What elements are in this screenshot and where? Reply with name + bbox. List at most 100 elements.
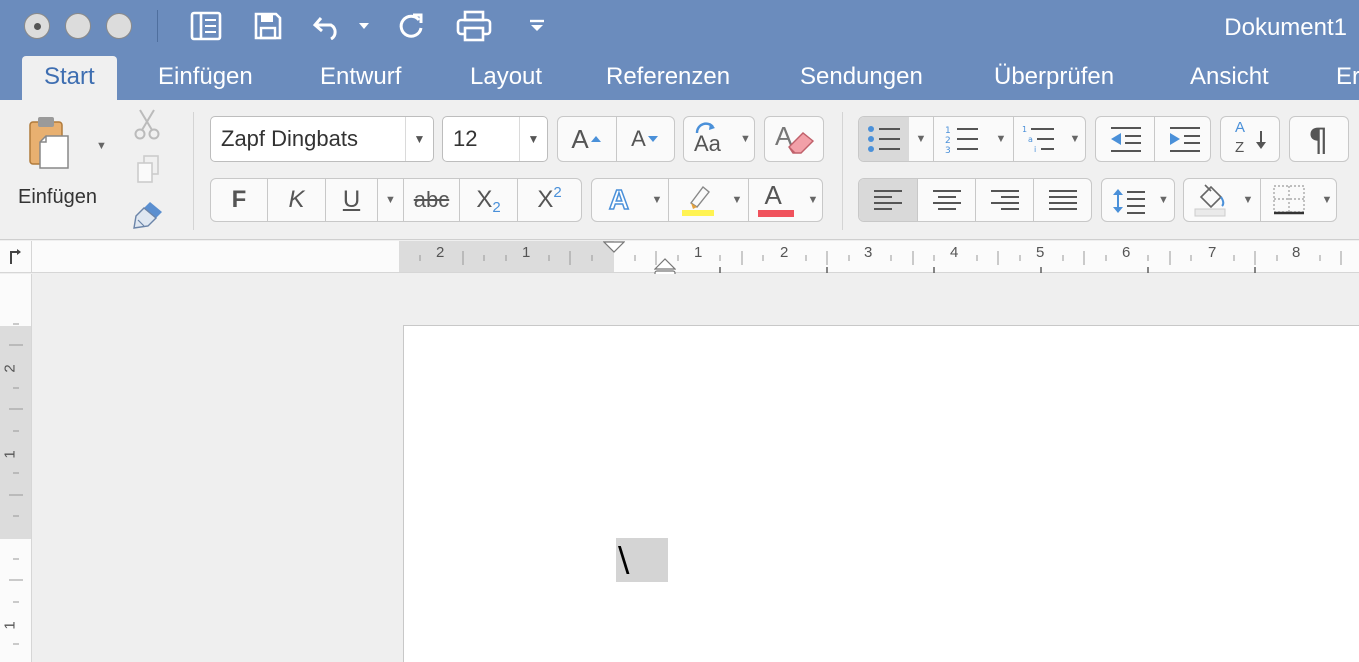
undo-button[interactable] — [310, 8, 346, 44]
document-page[interactable]: \ — [403, 325, 1359, 662]
highlight-button[interactable] — [668, 179, 726, 221]
format-painter-button[interactable] — [130, 198, 166, 232]
tab-start[interactable]: Start — [22, 56, 117, 100]
bullets-dropdown[interactable]: ▼ — [909, 117, 933, 161]
font-color-dropdown[interactable]: ▼ — [802, 179, 824, 221]
minimize-window-button[interactable] — [65, 13, 91, 39]
copy-button[interactable] — [134, 154, 164, 186]
font-size-select[interactable]: 12 ▼ — [442, 116, 548, 162]
borders-button[interactable] — [1260, 179, 1316, 221]
ruler-scale — [419, 251, 1342, 273]
strikethrough-button[interactable]: abc — [403, 179, 459, 221]
scissors-icon — [134, 109, 160, 140]
align-left-icon — [874, 190, 902, 210]
tab-references[interactable]: Referenzen — [606, 56, 730, 100]
chevron-down-icon: ▼ — [995, 133, 1007, 145]
italic-button[interactable]: K — [267, 179, 325, 221]
bold-label: F — [231, 186, 247, 213]
underline-dropdown[interactable]: ▼ — [377, 179, 403, 221]
align-right-icon — [990, 190, 1019, 210]
superscript-button[interactable]: X2 — [517, 179, 581, 221]
undo-dropdown[interactable] — [352, 8, 376, 44]
tab-insert[interactable]: Einfügen — [158, 56, 253, 100]
shrink-font-button[interactable]: A — [616, 117, 674, 161]
shading-button[interactable] — [1184, 179, 1236, 221]
title-bar: Dokument1 Start Einfügen Entwurf Layout … — [0, 0, 1359, 100]
bullets-button[interactable] — [859, 117, 909, 161]
chevron-down-icon[interactable]: ▼ — [96, 140, 107, 152]
bold-button[interactable]: F — [211, 179, 267, 221]
horizontal-ruler[interactable]: 2 1 1 2 3 4 5 6 7 8 — [0, 241, 1359, 282]
underline-button[interactable]: U — [325, 179, 377, 221]
chevron-down-icon[interactable]: ▼ — [1158, 194, 1169, 206]
svg-text:1: 1 — [945, 126, 951, 136]
numbered-list-icon: 123 — [945, 126, 978, 154]
highlighter-icon — [681, 185, 714, 216]
text-effects-label: A — [608, 183, 630, 216]
chevron-down-icon: ▼ — [731, 194, 743, 206]
line-spacing-icon — [1113, 189, 1145, 214]
ribbon-start: ▼ Einfügen Zapf Dingbats ▼ 12 ▼ A A Aa ▼… — [0, 100, 1359, 240]
subscript-button[interactable]: X2 — [459, 179, 517, 221]
tab-layout[interactable]: Layout — [470, 56, 542, 100]
sidebar-icon — [190, 11, 222, 41]
borders-dropdown[interactable]: ▼ — [1316, 179, 1338, 221]
align-center-button[interactable] — [917, 179, 975, 221]
align-right-button[interactable] — [975, 179, 1033, 221]
bullet-list-icon — [868, 126, 900, 152]
svg-text:a: a — [1028, 135, 1033, 144]
clear-formatting-button[interactable]: A — [764, 116, 824, 162]
sidebar-toggle-button[interactable] — [188, 8, 224, 44]
save-button[interactable] — [250, 8, 286, 44]
vertical-ruler[interactable]: 2 1 1 — [0, 274, 32, 662]
tab-design[interactable]: Entwurf — [320, 56, 401, 100]
increase-indent-button[interactable] — [1154, 117, 1212, 161]
triangle-up-icon — [590, 136, 601, 142]
tab-more[interactable]: Er — [1336, 56, 1359, 100]
highlight-dropdown[interactable]: ▼ — [726, 179, 748, 221]
zoom-window-button[interactable] — [106, 13, 132, 39]
ruler-label: 1 — [1, 621, 19, 630]
tab-review[interactable]: Überprüfen — [994, 56, 1114, 100]
underline-label: U — [342, 186, 361, 213]
indent-icon — [1169, 127, 1200, 152]
align-left-button[interactable] — [859, 179, 917, 221]
multilevel-dropdown[interactable]: ▼ — [1063, 117, 1087, 161]
decrease-indent-button[interactable] — [1096, 117, 1154, 161]
numbering-dropdown[interactable]: ▼ — [989, 117, 1013, 161]
line-spacing-button[interactable]: ▼ — [1101, 178, 1175, 222]
paste-button[interactable]: ▼ Einfügen — [14, 112, 110, 222]
font-color-button[interactable]: A — [748, 179, 802, 221]
text-style-buttons: F K U ▼ abc X2 X2 — [210, 178, 582, 222]
justify-button[interactable] — [1033, 179, 1091, 221]
redo-icon — [399, 13, 423, 38]
svg-text:3: 3 — [945, 146, 951, 154]
undo-icon — [312, 17, 337, 40]
font-name-select[interactable]: Zapf Dingbats ▼ — [210, 116, 434, 162]
change-case-button[interactable]: Aa ▼ — [683, 116, 755, 162]
selected-text[interactable]: \ — [616, 538, 668, 582]
print-button[interactable] — [454, 8, 494, 44]
close-window-button[interactable] — [24, 13, 50, 39]
svg-text:i: i — [1034, 145, 1036, 154]
text-effects-dropdown[interactable]: ▼ — [646, 179, 668, 221]
show-formatting-button[interactable]: ¶ — [1289, 116, 1349, 162]
change-case-label: Aa — [694, 131, 721, 156]
ruler-scale — [9, 323, 23, 645]
numbering-button[interactable]: 123 — [933, 117, 989, 161]
shading-dropdown[interactable]: ▼ — [1236, 179, 1260, 221]
text-effects-button[interactable]: A — [592, 179, 646, 221]
multilevel-list-button[interactable]: 1ai — [1013, 117, 1063, 161]
grow-font-button[interactable]: A — [558, 117, 616, 161]
redo-button[interactable] — [394, 8, 430, 44]
paintbrush-icon — [133, 202, 162, 229]
chevron-down-icon[interactable]: ▼ — [740, 133, 751, 145]
tab-view[interactable]: Ansicht — [1190, 56, 1269, 100]
first-line-indent-marker[interactable] — [603, 241, 625, 253]
sort-button[interactable]: A Z — [1220, 116, 1280, 162]
tab-mailings[interactable]: Sendungen — [800, 56, 923, 100]
customize-toolbar-button[interactable] — [522, 8, 552, 44]
chevron-down-icon[interactable]: ▼ — [405, 117, 433, 161]
chevron-down-icon[interactable]: ▼ — [519, 117, 547, 161]
cut-button[interactable] — [132, 108, 164, 140]
